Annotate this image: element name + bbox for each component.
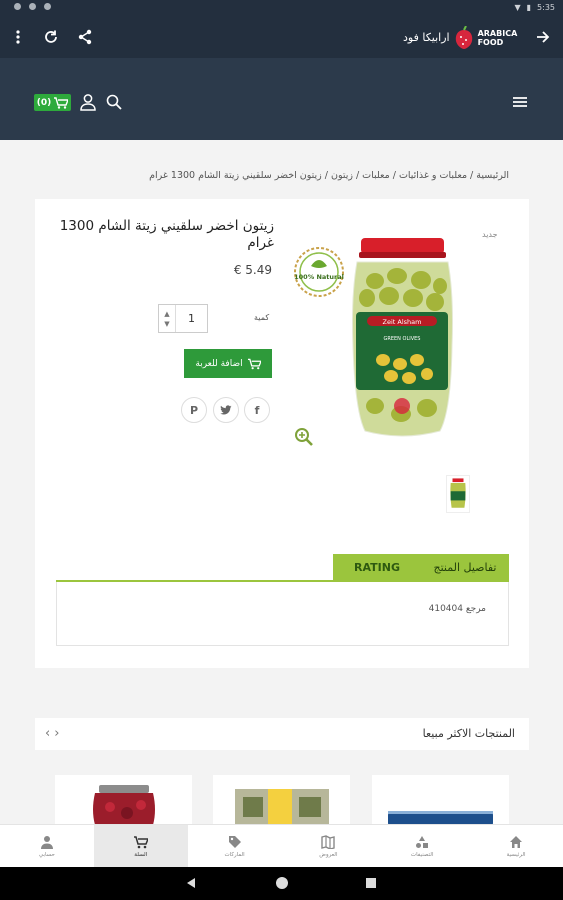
system-navigation-bar <box>0 867 563 900</box>
logo-fruit-icon <box>455 26 472 49</box>
pinterest-share-icon[interactable]: P <box>181 397 207 423</box>
product-image <box>388 811 493 825</box>
status-bar: ▼ ▮ 5:35 <box>0 0 563 16</box>
sync-status-icon <box>29 3 36 10</box>
product-tabs: RATING تفاصيل المنتج <box>333 554 509 581</box>
svg-text:GREEN OLIVES: GREEN OLIVES <box>384 336 421 342</box>
add-to-cart-label: اضافة للعربة <box>195 358 243 369</box>
home-button-icon[interactable] <box>276 877 288 889</box>
quantity-decrease-icon[interactable]: ▼ <box>164 319 169 329</box>
back-icon[interactable] <box>187 878 195 888</box>
nav-cart[interactable]: السلة <box>93 825 188 867</box>
breadcrumb[interactable]: الرئيسية / معلبات و غذائيات / معلبات / ز… <box>149 170 509 181</box>
new-label: جديد <box>482 230 498 239</box>
best-sellers-title: المنتجات الاكثر مبيعا <box>422 727 515 740</box>
share-icon[interactable] <box>75 27 95 47</box>
cart-icon <box>247 358 261 369</box>
carousel-next-icon[interactable]: › <box>54 726 63 741</box>
tab-product-details[interactable]: تفاصيل المنتج <box>421 554 509 581</box>
more-menu-icon[interactable] <box>8 27 28 47</box>
account-icon[interactable] <box>79 93 97 111</box>
wifi-icon: ▼ <box>514 3 521 12</box>
svg-text:100% Natural: 100% Natural <box>294 273 344 281</box>
nav-offers[interactable]: العروض <box>281 825 375 867</box>
top-app-bar: ارابيكا فود ARABICA FOOD <box>0 16 563 58</box>
nav-brands[interactable]: الماركات <box>188 825 282 867</box>
home-icon <box>510 835 523 848</box>
product-image <box>235 789 329 825</box>
tab-rating[interactable]: RATING <box>333 554 421 581</box>
natural-badge: 100% Natural <box>294 247 344 297</box>
hamburger-menu-icon[interactable] <box>512 93 530 111</box>
best-seller-product[interactable] <box>213 775 350 825</box>
quantity-increase-icon[interactable]: ▲ <box>164 309 169 319</box>
status-time: 5:35 <box>537 3 555 12</box>
facebook-share-icon[interactable]: f <box>244 397 270 423</box>
product-price: € 5.49 <box>233 263 272 277</box>
forward-arrow-icon[interactable] <box>533 27 553 47</box>
quantity-label: كمية <box>254 313 270 322</box>
bottom-navigation: حسابي السلة الماركات العروض التصنيفات ال… <box>0 824 563 867</box>
nav-home[interactable]: الرئيسية <box>469 825 563 867</box>
product-reference: مرجع 410404 <box>428 604 486 614</box>
search-icon[interactable] <box>105 93 123 111</box>
best-sellers-header: ‹› المنتجات الاكثر مبيعا <box>35 718 529 750</box>
cart-count: (0) <box>36 97 52 108</box>
reload-icon[interactable] <box>41 27 61 47</box>
twitter-share-icon[interactable] <box>213 397 239 423</box>
product-thumbnail[interactable] <box>446 475 470 513</box>
carousel-arrows[interactable]: ‹› <box>45 726 63 741</box>
best-seller-product[interactable] <box>372 775 509 825</box>
svg-text:Zeit Alsham: Zeit Alsham <box>383 318 422 326</box>
categories-icon <box>416 835 429 848</box>
cart-button[interactable]: (0) <box>34 94 71 111</box>
carousel-prev-icon[interactable]: ‹ <box>45 726 54 741</box>
quantity-stepper[interactable]: ▲ ▼ 1 <box>158 304 208 333</box>
brands-icon <box>228 835 241 848</box>
add-to-cart-button[interactable]: اضافة للعربة <box>184 349 272 378</box>
offers-icon <box>321 834 336 849</box>
best-seller-product[interactable] <box>55 775 192 825</box>
zoom-in-icon[interactable] <box>294 427 314 447</box>
store-logo[interactable]: ارابيكا فود ARABICA FOOD <box>403 24 517 52</box>
product-title: زيتون اخضر سلقيني زيتة الشام 1300 غرام <box>59 218 274 251</box>
location-status-icon <box>14 3 21 10</box>
account-icon <box>40 835 53 849</box>
recents-icon[interactable] <box>366 878 376 888</box>
nav-categories[interactable]: التصنيفات <box>375 825 469 867</box>
product-image <box>93 785 155 825</box>
quantity-input[interactable]: 1 <box>176 305 207 332</box>
product-image[interactable]: Zeit Alsham GREEN OLIVES <box>345 236 460 441</box>
cart-icon <box>54 96 69 109</box>
tab-panel-details: مرجع 410404 <box>56 582 509 646</box>
nav-account[interactable]: حسابي <box>0 825 94 867</box>
notification-status-icon <box>44 3 51 10</box>
battery-icon: ▮ <box>526 3 532 12</box>
cart-icon <box>133 835 148 848</box>
